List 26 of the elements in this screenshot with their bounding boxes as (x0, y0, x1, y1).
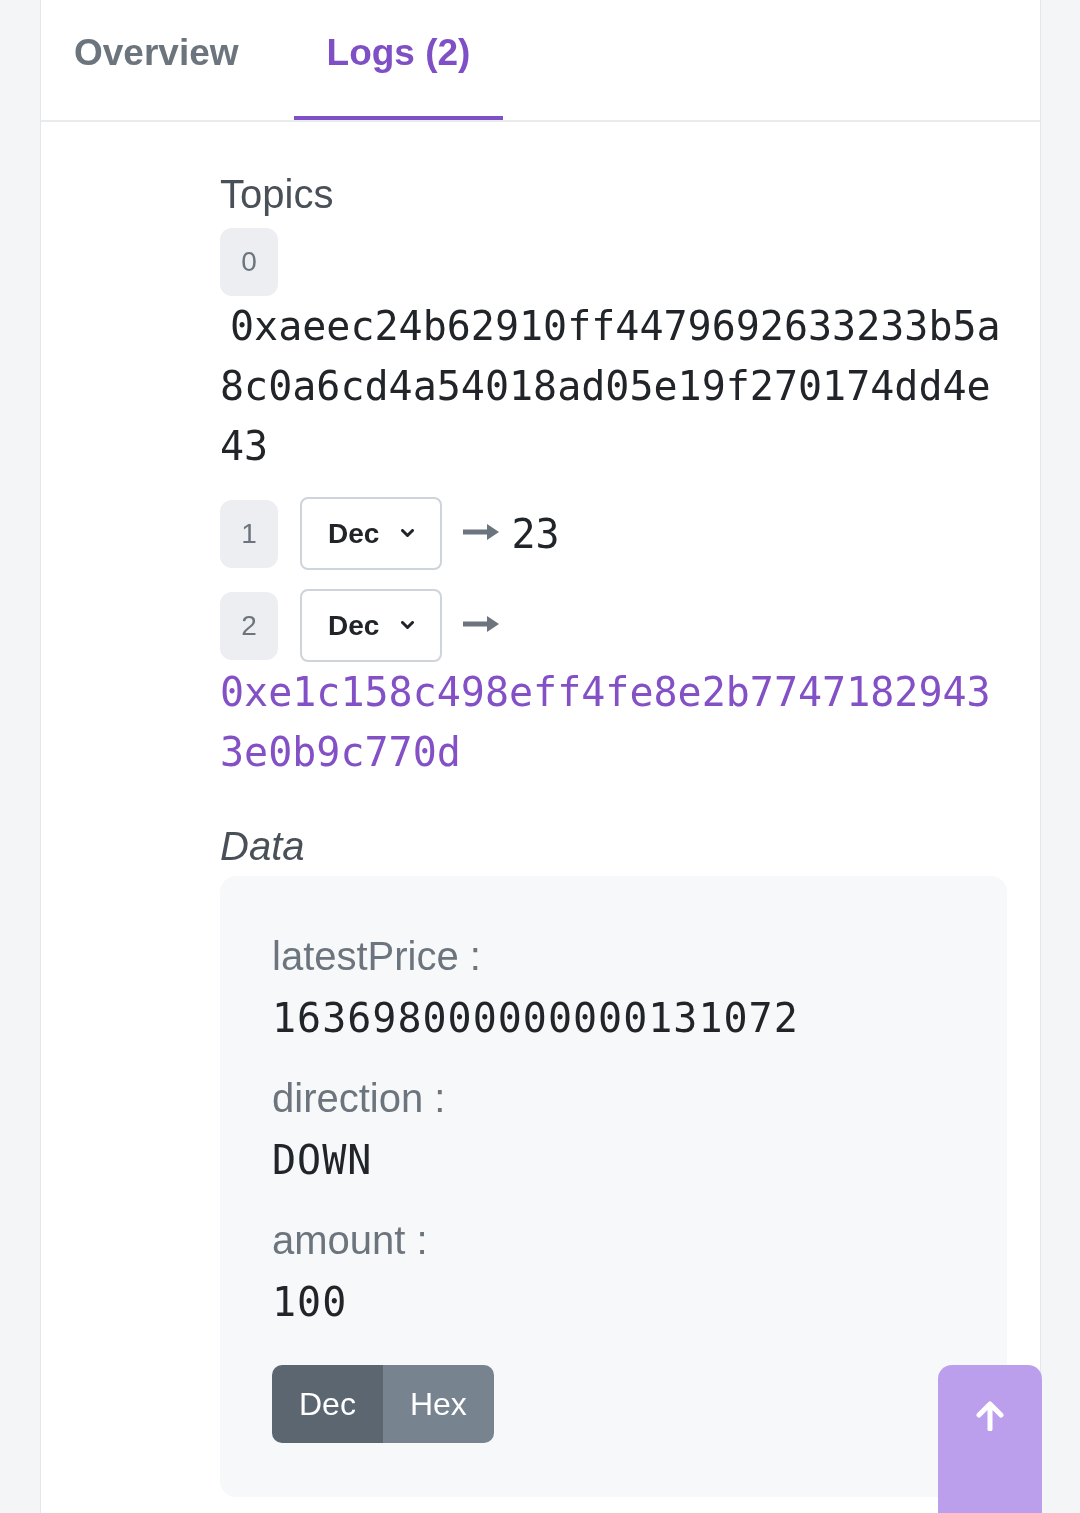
up-arrow-icon (976, 1401, 1004, 1431)
field-value: DOWN (272, 1136, 374, 1185)
chevron-down-icon (401, 621, 415, 630)
topic-index-badge: 2 (220, 591, 278, 660)
topics-heading: Topics (220, 171, 335, 218)
format-select[interactable]: Dec (300, 589, 443, 662)
tab[interactable]: Logs (2) (293, 0, 504, 120)
right-arrow-icon (463, 614, 500, 633)
scroll-to-top-button[interactable] (938, 1365, 1042, 1513)
chevron-down-icon (401, 529, 415, 538)
right-arrow-icon (463, 522, 500, 541)
field-label: direction : (272, 1075, 447, 1122)
data-heading: Data (220, 823, 306, 870)
format-toggle-button[interactable]: Hex (382, 1365, 494, 1443)
topic-index-badge: 1 (220, 499, 278, 568)
format-select[interactable]: Dec (300, 497, 443, 570)
tab[interactable]: Overview (41, 0, 272, 120)
topic-hash: 0xaeec24b62910ff4479692633233b5a8c0a6cd4a54018ad05e19f270174dd4e43 (220, 302, 1002, 471)
field-value: 100 (272, 1278, 349, 1327)
topic-index-badge: 0 (220, 228, 278, 296)
topic-value: 23 (511, 509, 560, 559)
address-link[interactable]: 0xe1c158c498eff4fe8e2b77471829433e0b9c770d (220, 662, 1007, 782)
format-toggle-button[interactable]: Dec (272, 1365, 383, 1443)
field-label: latestPrice : (272, 933, 482, 980)
field-label: amount : (272, 1217, 429, 1264)
field-value: 163698000000000131072 (272, 994, 800, 1043)
